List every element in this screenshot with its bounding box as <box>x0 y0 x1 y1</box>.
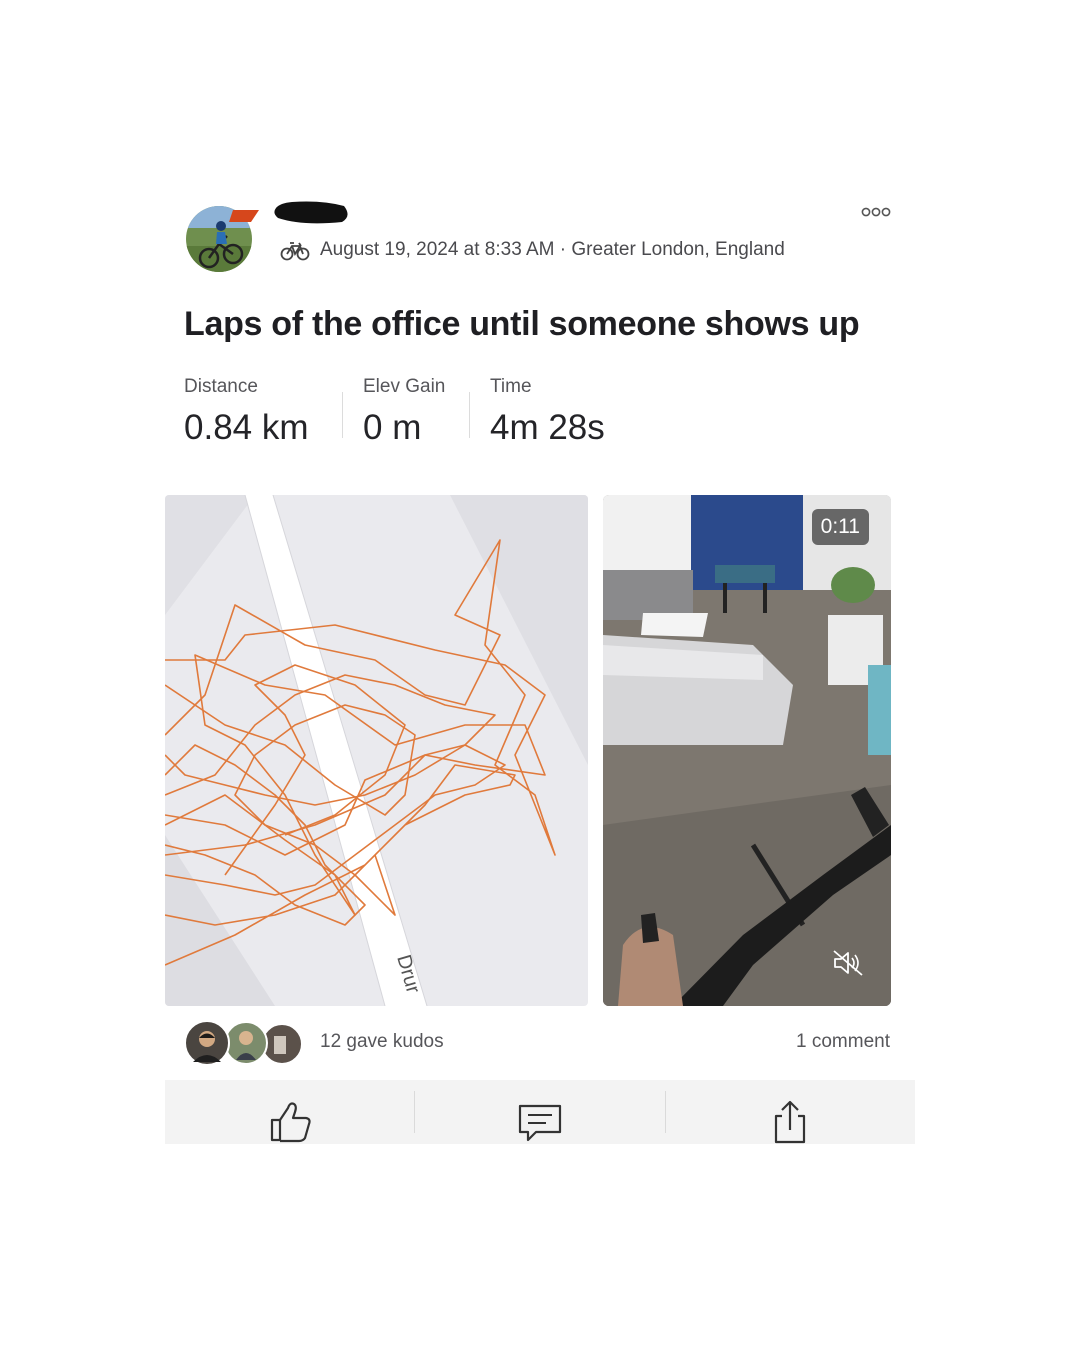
thumbs-up-icon <box>270 1102 311 1143</box>
share-icon <box>775 1100 806 1144</box>
stat-value-elev-gain: 0 m <box>363 408 422 447</box>
stat-label-elev-gain: Elev Gain <box>363 376 446 397</box>
kudos-avatars[interactable] <box>184 1020 306 1066</box>
meta-separator: · <box>554 239 572 260</box>
stat-divider <box>469 392 470 438</box>
speaker-muted-icon[interactable] <box>831 948 865 978</box>
stat-label-time: Time <box>490 376 532 397</box>
bike-icon <box>280 242 310 261</box>
post-timestamp: August 19, 2024 at 8:33 AM <box>320 239 555 260</box>
kudos-count[interactable]: 12 gave kudos <box>320 1031 444 1053</box>
post-meta: August 19, 2024 at 8:33 AM · Greater Lon… <box>280 238 785 262</box>
share-button[interactable] <box>666 1080 915 1144</box>
athlete-avatar[interactable] <box>183 206 259 272</box>
post-location: Greater London, England <box>571 239 785 260</box>
activity-title[interactable]: Laps of the office until someone shows u… <box>184 305 860 344</box>
name-redaction <box>272 200 350 226</box>
stat-label-distance: Distance <box>184 376 258 397</box>
more-options-icon[interactable] <box>858 204 894 220</box>
stat-value-distance: 0.84 km <box>184 408 309 447</box>
comments-count[interactable]: 1 comment <box>796 1031 890 1053</box>
kudos-button[interactable] <box>165 1080 414 1144</box>
stat-value-time: 4m 28s <box>490 408 605 447</box>
comment-button[interactable] <box>415 1080 664 1144</box>
activity-video[interactable]: 0:11 <box>603 495 891 1006</box>
action-bar <box>165 1080 915 1144</box>
video-duration: 0:11 <box>811 509 869 545</box>
stat-divider <box>342 392 343 438</box>
comment-icon <box>518 1104 562 1142</box>
route-map[interactable]: Drur <box>165 495 588 1006</box>
